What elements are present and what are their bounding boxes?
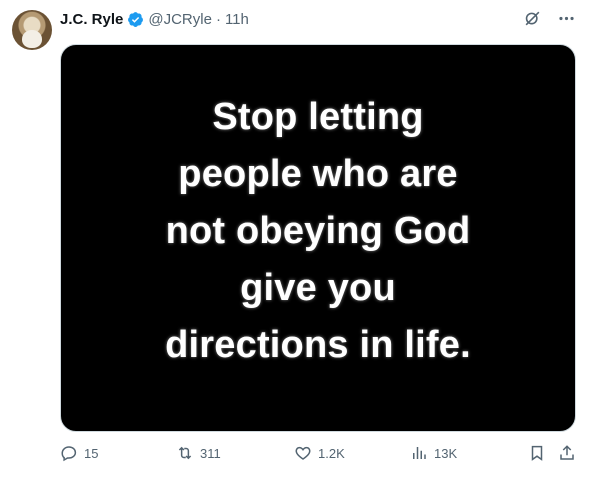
tweet-header: J.C. Ryle @JCRyle · 11h	[60, 8, 249, 30]
views-count: 13K	[434, 445, 458, 461]
like-count: 1.2K	[318, 445, 345, 461]
reply-icon	[61, 446, 77, 462]
views-icon	[413, 447, 426, 459]
repost-count: 311	[200, 445, 221, 461]
image-text: Stop letting people who are not obeying …	[165, 95, 471, 366]
grok-icon[interactable]	[522, 8, 542, 28]
reply-count: 15	[84, 445, 99, 461]
share-button[interactable]	[558, 444, 576, 462]
tweet-actions: 15 311 1.2K 13K	[60, 444, 580, 466]
like-button[interactable]: 1.2K	[294, 444, 345, 462]
author-name[interactable]: J.C. Ryle	[60, 11, 123, 28]
tweet-time[interactable]: 11h	[225, 11, 249, 28]
bookmark-button[interactable]	[528, 444, 546, 462]
author-handle[interactable]: @JCRyle	[148, 11, 212, 28]
bookmark-icon	[531, 445, 543, 461]
avatar[interactable]	[12, 10, 52, 50]
repost-button[interactable]: 311	[176, 444, 221, 462]
more-options-icon[interactable]	[556, 8, 576, 28]
repost-icon	[178, 446, 192, 460]
avatar-beard	[22, 30, 42, 48]
reply-button[interactable]: 15	[60, 444, 98, 462]
separator-dot: ·	[215, 10, 221, 28]
tweet-image[interactable]: Stop letting people who are not obeying …	[60, 44, 576, 432]
verified-badge-icon	[127, 11, 144, 28]
views-button[interactable]: 13K	[410, 444, 457, 462]
heart-icon	[295, 446, 311, 460]
share-icon	[560, 445, 574, 460]
